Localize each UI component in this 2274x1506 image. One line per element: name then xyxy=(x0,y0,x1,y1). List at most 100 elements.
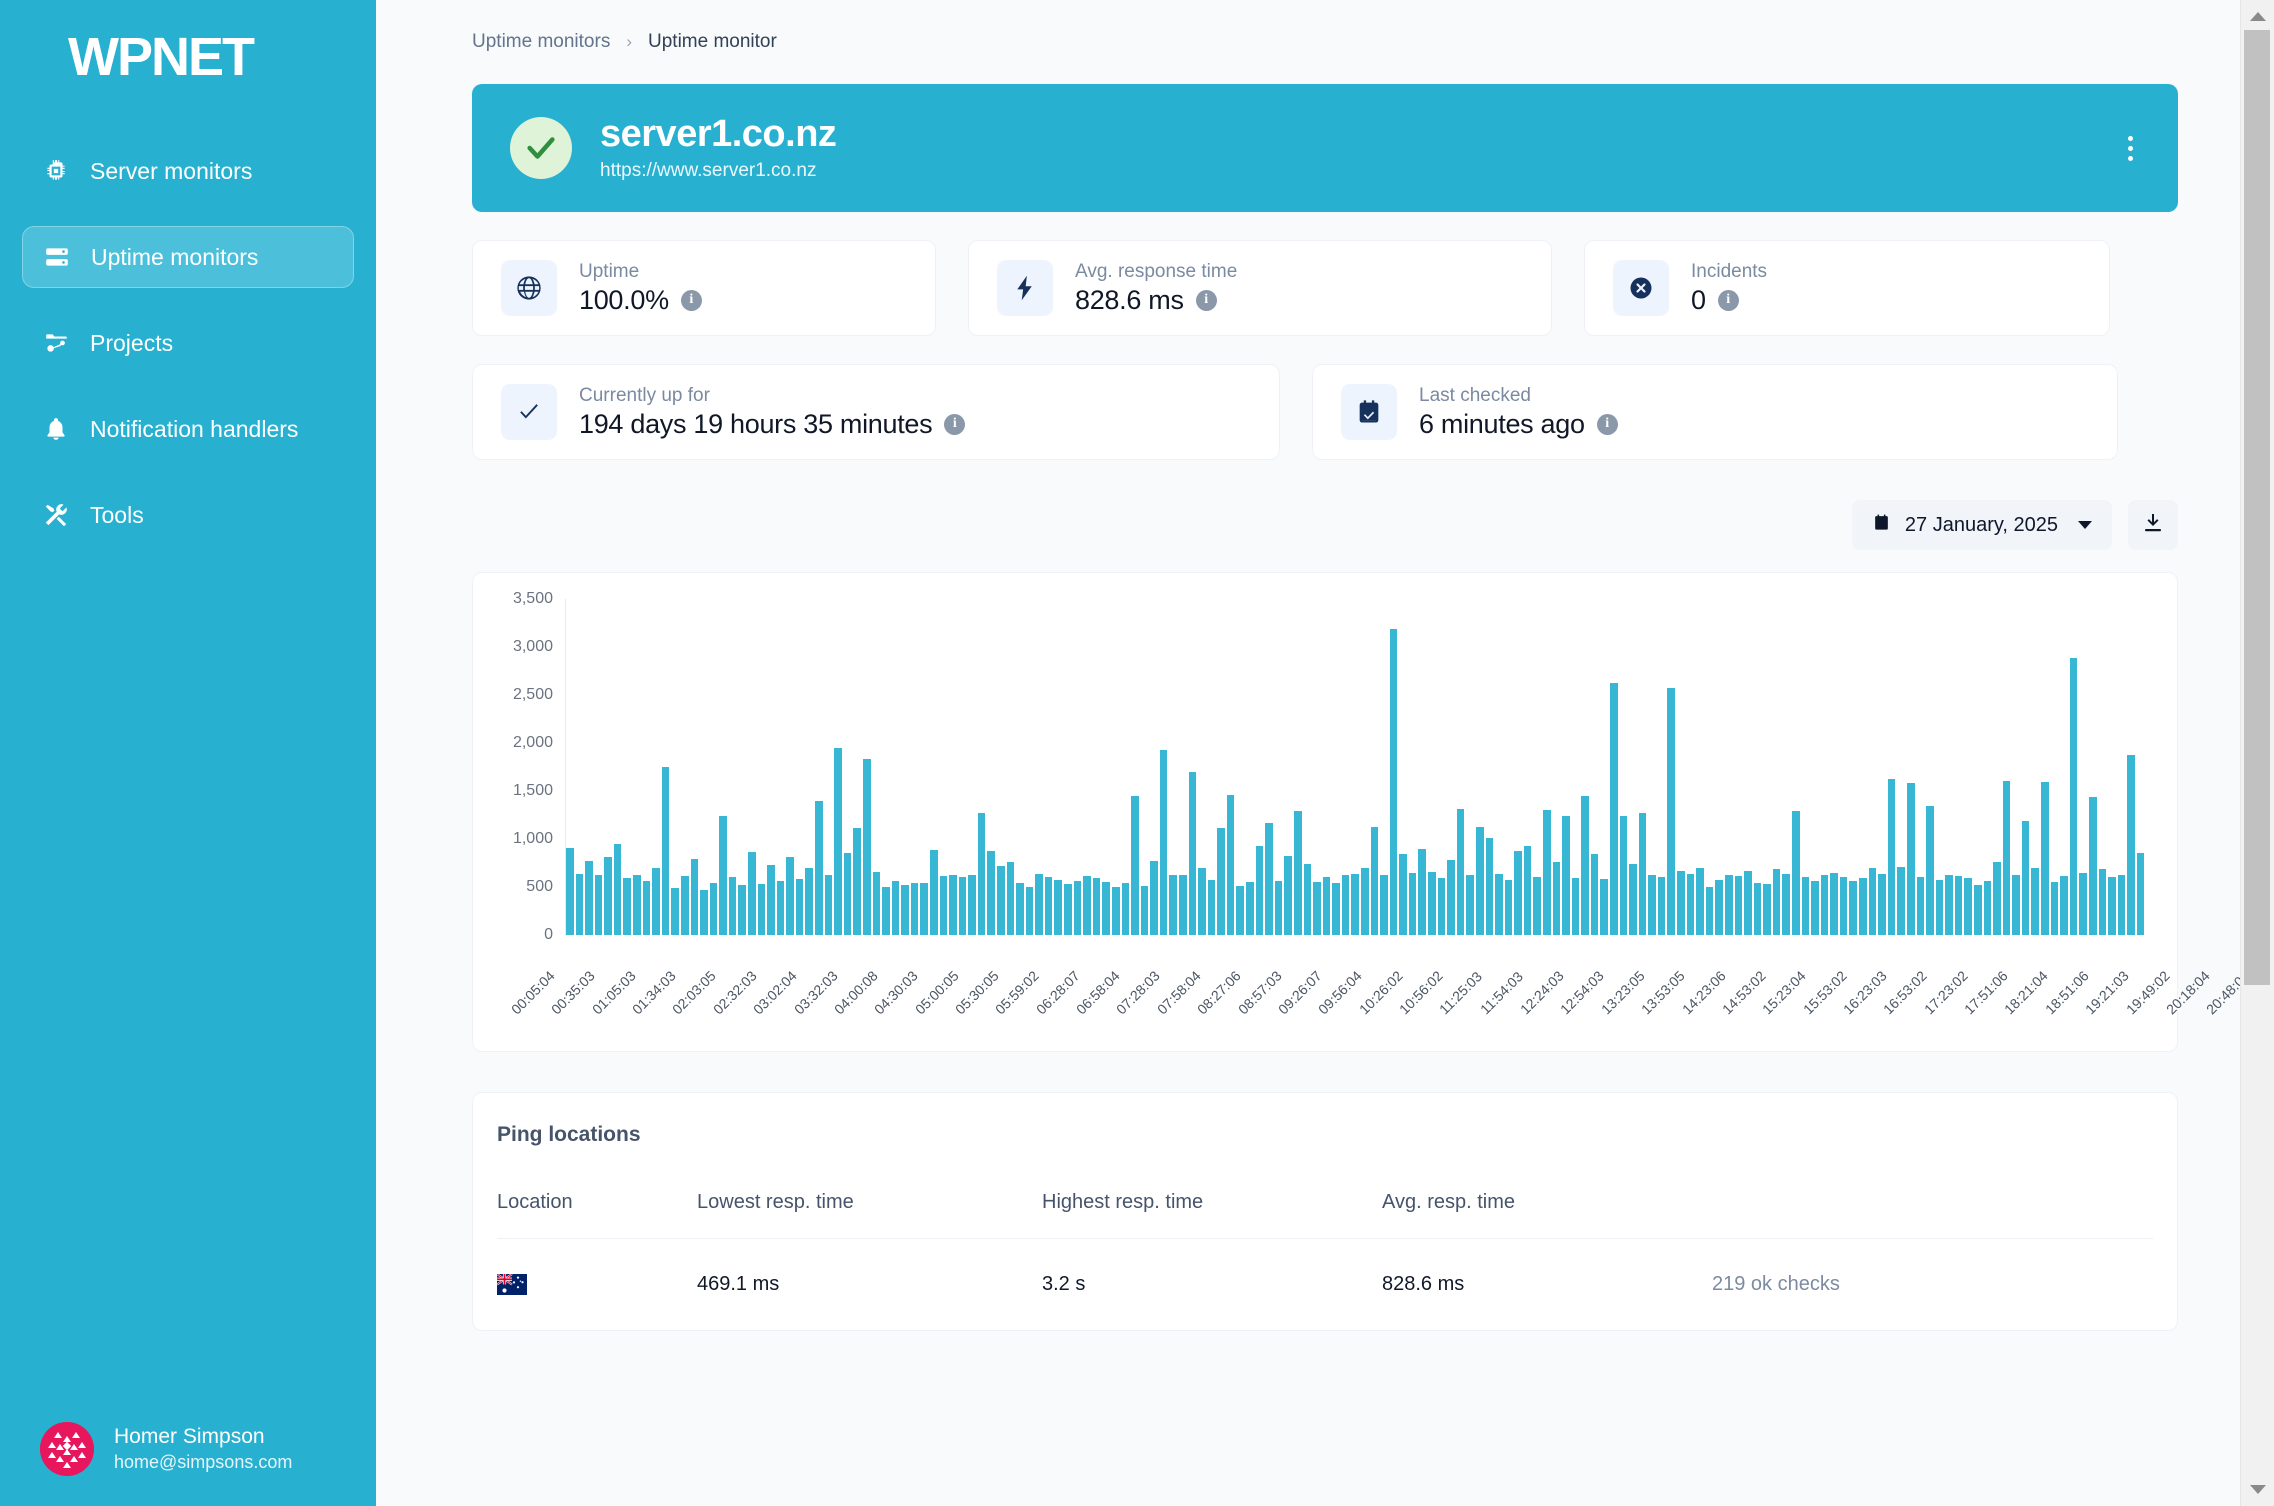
chart-bar[interactable] xyxy=(1495,873,1503,935)
chart-bar[interactable] xyxy=(1332,882,1340,935)
chart-bar[interactable] xyxy=(1782,873,1790,935)
chart-bar[interactable] xyxy=(1820,875,1829,935)
chart-bar[interactable] xyxy=(1868,867,1877,935)
chart-bar[interactable] xyxy=(1926,806,1934,935)
chart-bar[interactable] xyxy=(1772,868,1781,935)
chart-bar[interactable] xyxy=(1236,885,1245,935)
chart-bar[interactable] xyxy=(1006,862,1015,935)
info-icon[interactable]: i xyxy=(680,289,702,311)
chart-bar[interactable] xyxy=(1466,875,1474,935)
chart-bar[interactable] xyxy=(1744,870,1752,935)
chart-bar[interactable] xyxy=(1581,796,1589,935)
breadcrumb-parent[interactable]: Uptime monitors xyxy=(472,31,610,53)
chart-bar[interactable] xyxy=(1629,863,1637,935)
chart-bar[interactable] xyxy=(776,881,785,935)
chart-bar[interactable] xyxy=(1906,783,1915,935)
chart-bar[interactable] xyxy=(929,849,938,935)
chart-bar[interactable] xyxy=(1437,877,1446,935)
info-icon[interactable]: i xyxy=(944,413,966,435)
scroll-down-arrow-icon[interactable] xyxy=(2249,1485,2266,1494)
chart-bar[interactable] xyxy=(1954,876,1963,935)
chart-bar[interactable] xyxy=(1763,884,1771,935)
chart-bar[interactable] xyxy=(1523,845,1532,935)
chart-bar[interactable] xyxy=(2117,874,2126,935)
chart-bar[interactable] xyxy=(2098,868,2107,935)
chart-bar[interactable] xyxy=(2050,881,2059,935)
chart-bar[interactable] xyxy=(1293,811,1302,935)
chart-bar[interactable] xyxy=(1313,881,1321,935)
chart-bar[interactable] xyxy=(1054,880,1063,935)
scrollbar-thumb[interactable] xyxy=(2244,30,2270,985)
chart-bar[interactable] xyxy=(1590,853,1599,935)
chart-bar[interactable] xyxy=(1504,879,1513,935)
chart-bar[interactable] xyxy=(2021,821,2030,935)
chart-bar[interactable] xyxy=(1562,816,1570,935)
chart-bar[interactable] xyxy=(1935,879,1944,935)
chart-bar[interactable] xyxy=(1044,877,1053,935)
chart-bar[interactable] xyxy=(882,887,890,935)
kebab-menu-icon[interactable] xyxy=(2116,128,2144,168)
chart-bar[interactable] xyxy=(671,887,679,935)
chart-bar[interactable] xyxy=(1341,875,1350,935)
chart-bar[interactable] xyxy=(1064,884,1072,935)
chart-bar[interactable] xyxy=(1265,823,1273,935)
chart-bar[interactable] xyxy=(1792,811,1800,935)
chart-bar[interactable] xyxy=(872,871,881,935)
chart-bar[interactable] xyxy=(2012,874,2020,935)
chart-bar[interactable] xyxy=(1016,882,1024,935)
chart-bar[interactable] xyxy=(1916,877,1925,935)
chart-bar[interactable] xyxy=(633,875,641,935)
brand-logo[interactable]: WPNET xyxy=(0,0,376,118)
chart-bar[interactable] xyxy=(1973,885,1982,935)
chart-bar[interactable] xyxy=(1188,771,1197,935)
chart-bar[interactable] xyxy=(613,843,622,935)
chart-bar[interactable] xyxy=(747,852,756,935)
chart-bar[interactable] xyxy=(1284,856,1292,935)
chart-bar[interactable] xyxy=(1025,886,1034,935)
chart-bar[interactable] xyxy=(2041,782,2049,935)
chart-bar[interactable] xyxy=(1811,880,1819,935)
chart-bar[interactable] xyxy=(901,885,909,935)
chart-bar[interactable] xyxy=(661,767,670,935)
chart-bar[interactable] xyxy=(700,889,708,935)
chart-bar[interactable] xyxy=(1878,873,1886,935)
chart-bar[interactable] xyxy=(1571,877,1580,935)
chart-bar[interactable] xyxy=(968,874,976,935)
chart-bar[interactable] xyxy=(1121,883,1130,935)
scroll-up-arrow-icon[interactable] xyxy=(2249,12,2266,21)
chart-bar[interactable] xyxy=(594,874,603,935)
chart-bar[interactable] xyxy=(623,878,632,935)
chart-bar[interactable] xyxy=(1724,874,1733,935)
chart-bar[interactable] xyxy=(1600,879,1609,935)
chart-bar[interactable] xyxy=(1993,862,2001,935)
chart-bar[interactable] xyxy=(1274,881,1283,935)
chart-bar[interactable] xyxy=(1638,812,1647,935)
chart-bar[interactable] xyxy=(1983,881,1992,935)
date-picker[interactable]: 27 January, 2025 xyxy=(1851,500,2112,550)
chart-bar[interactable] xyxy=(1648,874,1656,935)
chart-bar[interactable] xyxy=(1150,861,1158,935)
chart-bar[interactable] xyxy=(1887,779,1896,935)
chart-bar[interactable] xyxy=(815,800,823,935)
chart-bar[interactable] xyxy=(1734,876,1743,935)
chart-bar[interactable] xyxy=(1753,882,1762,935)
chart-bar[interactable] xyxy=(958,877,967,935)
chart-bar[interactable] xyxy=(1207,879,1216,935)
chart-bar[interactable] xyxy=(566,848,574,935)
chart-bar[interactable] xyxy=(1456,809,1465,935)
chart-bar[interactable] xyxy=(2002,781,2011,935)
chart-bar[interactable] xyxy=(805,867,814,935)
chart-bar[interactable] xyxy=(1360,868,1369,935)
chart-bar[interactable] xyxy=(575,873,584,935)
chart-bar[interactable] xyxy=(795,878,804,935)
table-row[interactable]: 469.1 ms 3.2 s 828.6 ms 219 ok checks xyxy=(497,1238,2153,1330)
chart-bar[interactable] xyxy=(1131,795,1139,935)
chart-bar[interactable] xyxy=(1073,880,1082,935)
chart-bar[interactable] xyxy=(2108,877,2116,935)
chart-bar[interactable] xyxy=(767,864,775,935)
chart-bar[interactable] xyxy=(1418,849,1427,935)
chart-bar[interactable] xyxy=(1159,749,1168,935)
chart-bar[interactable] xyxy=(1217,828,1225,935)
chart-bar[interactable] xyxy=(652,867,660,935)
info-icon[interactable]: i xyxy=(1596,413,1618,435)
